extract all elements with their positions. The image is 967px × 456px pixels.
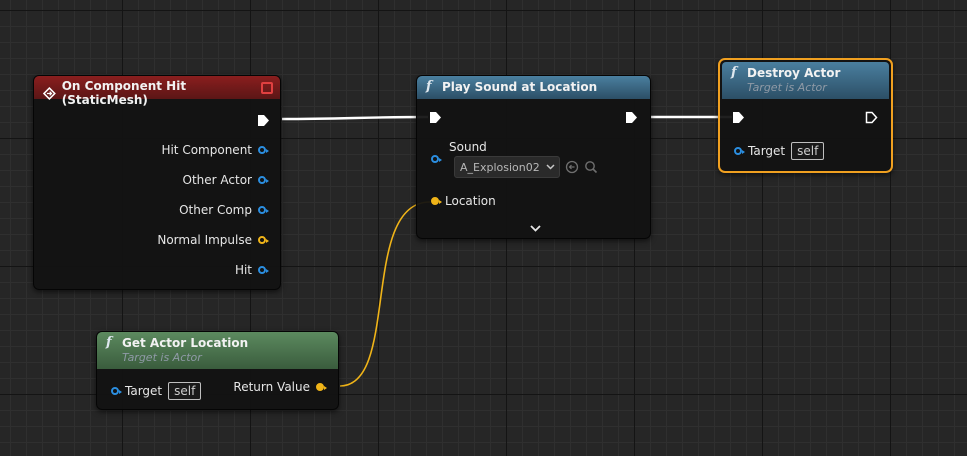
- exec-wire-hit-to-sound: [281, 115, 429, 121]
- chevron-down-icon[interactable]: [530, 225, 541, 232]
- pin-normal-impulse[interactable]: Normal Impulse: [157, 233, 269, 247]
- node-subtitle: Target is Actor: [747, 81, 827, 94]
- object-pin-icon[interactable]: [111, 387, 122, 395]
- arrow-left-circle-icon[interactable]: [565, 160, 579, 174]
- node-title: Destroy Actor: [747, 65, 841, 80]
- pin-hit[interactable]: Hit: [235, 263, 269, 277]
- function-node-destroy-actor[interactable]: f Destroy Actor Target is Actor Target s…: [718, 58, 893, 173]
- vector-pin-icon[interactable]: [431, 197, 442, 205]
- event-node-component-hit[interactable]: On Component Hit (StaticMesh) Hit Compon…: [33, 75, 281, 290]
- pin-return-value[interactable]: Return Value: [233, 380, 327, 394]
- object-pin-icon[interactable]: [258, 146, 269, 154]
- event-diamond-icon: [43, 86, 56, 100]
- target-self-field[interactable]: self: [791, 142, 825, 160]
- node-title: Get Actor Location: [122, 335, 249, 350]
- exec-output-pin-unconnected[interactable]: [865, 111, 878, 124]
- chevron-down-icon: [546, 164, 555, 170]
- object-pin-icon[interactable]: [734, 147, 745, 155]
- pin-hit-component[interactable]: Hit Component: [161, 143, 269, 157]
- exec-output-pin[interactable]: [257, 114, 270, 127]
- search-icon[interactable]: [584, 160, 598, 174]
- sound-object-pin-icon[interactable]: [431, 155, 442, 163]
- sound-pin-label: Sound: [449, 140, 487, 154]
- exec-input-pin[interactable]: [429, 111, 442, 124]
- function-f-icon: f: [731, 65, 737, 80]
- struct-pin-icon[interactable]: [258, 266, 269, 274]
- pin-other-comp[interactable]: Other Comp: [179, 203, 269, 217]
- pin-location[interactable]: Location: [431, 194, 496, 208]
- function-node-play-sound[interactable]: f Play Sound at Location Sound A_Explosi…: [416, 75, 651, 239]
- vector-pin-icon[interactable]: [258, 236, 269, 244]
- node-title: On Component Hit (StaticMesh): [61, 79, 187, 107]
- node-subtitle: Target is Actor: [122, 351, 202, 364]
- function-node-header[interactable]: f Play Sound at Location: [417, 76, 650, 99]
- function-f-icon: f: [106, 335, 112, 350]
- close-square-icon[interactable]: [261, 82, 273, 94]
- function-node-header[interactable]: f Destroy Actor Target is Actor: [722, 62, 889, 99]
- pure-node-get-actor-location[interactable]: f Get Actor Location Target is Actor Tar…: [96, 331, 339, 410]
- pure-node-header[interactable]: f Get Actor Location Target is Actor: [97, 332, 338, 369]
- object-pin-icon[interactable]: [258, 176, 269, 184]
- sound-asset-dropdown[interactable]: A_Explosion02: [454, 156, 560, 178]
- pin-target[interactable]: Target self: [111, 382, 202, 400]
- vector-pin-icon[interactable]: [316, 383, 327, 391]
- target-self-field[interactable]: self: [168, 382, 202, 400]
- object-pin-icon[interactable]: [258, 206, 269, 214]
- pin-target[interactable]: Target self: [734, 142, 825, 160]
- event-node-header[interactable]: On Component Hit (StaticMesh): [34, 76, 280, 107]
- node-title: Play Sound at Location: [442, 79, 598, 94]
- exec-output-pin[interactable]: [625, 111, 638, 124]
- function-f-icon: f: [426, 79, 432, 94]
- exec-input-pin[interactable]: [732, 111, 745, 124]
- pin-other-actor[interactable]: Other Actor: [183, 173, 269, 187]
